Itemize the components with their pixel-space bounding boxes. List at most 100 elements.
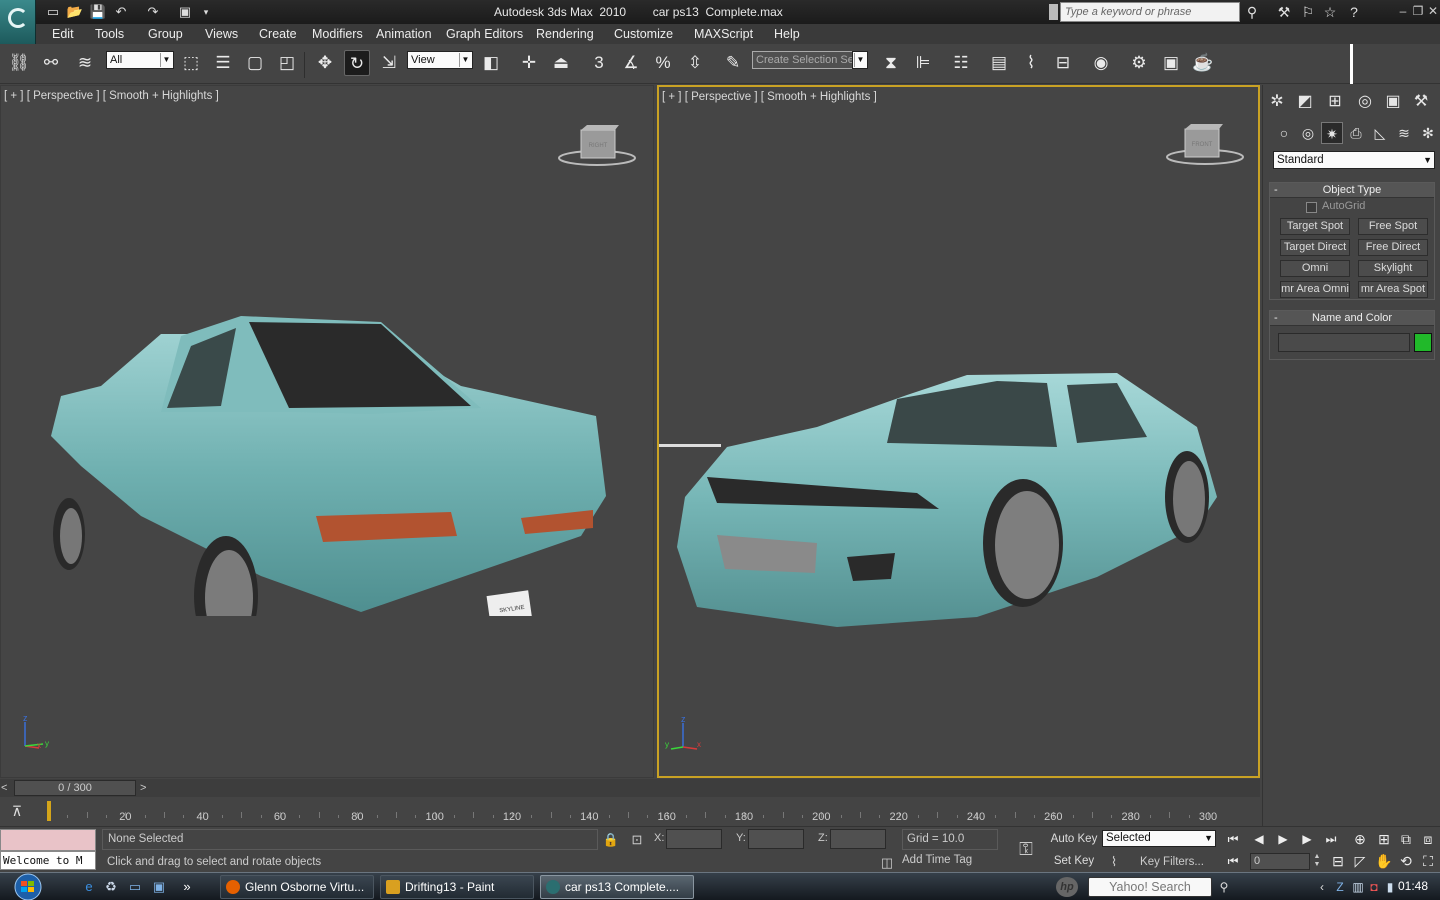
tray-app-icon[interactable]: Z [1332, 879, 1348, 895]
current-frame-marker[interactable] [47, 801, 51, 821]
add-time-tag-button[interactable]: Add Time Tag [902, 854, 972, 866]
go-to-end-icon[interactable]: ⏭ [1320, 829, 1342, 849]
tray-expand-icon[interactable]: ‹ [1314, 879, 1330, 895]
material-editor-icon[interactable]: ◉ [1088, 50, 1114, 76]
viewcube-icon[interactable]: RIGHT [557, 122, 637, 172]
binoculars-icon[interactable]: ⚲ [1242, 3, 1262, 21]
yahoo-search-box[interactable]: Yahoo! Search [1088, 877, 1212, 897]
mr-area-spot-button[interactable]: mr Area Spot [1358, 281, 1428, 298]
previous-frame-icon[interactable]: ◀ [1248, 829, 1270, 849]
systems-icon[interactable]: ✻ [1417, 122, 1439, 144]
modify-tab-icon[interactable]: ◩ [1293, 90, 1317, 114]
free-direct-button[interactable]: Free Direct [1358, 239, 1428, 256]
favorites-star-icon[interactable]: ☆ [1320, 3, 1340, 21]
name-and-color-rollout-header[interactable]: - Name and Color [1270, 311, 1434, 326]
curve-editor-icon[interactable]: ⌇ [1018, 50, 1044, 76]
hierarchy-tab-icon[interactable]: ⊞ [1323, 90, 1347, 114]
select-and-manipulate-icon[interactable]: ✛ [516, 50, 542, 76]
new-file-icon[interactable]: ▭ [44, 3, 62, 21]
display-tab-icon[interactable]: ▣ [1381, 90, 1405, 114]
geometry-icon[interactable]: ○ [1273, 122, 1295, 144]
motion-tab-icon[interactable]: ◎ [1353, 90, 1377, 114]
free-spot-button[interactable]: Free Spot [1358, 218, 1428, 235]
zoom-icon[interactable]: ⊕ [1350, 829, 1370, 849]
selection-filter-dropdown[interactable]: All ▼ [106, 51, 174, 69]
time-tag-icon[interactable]: ◫ [878, 854, 896, 872]
menu-create[interactable]: Create [259, 27, 297, 41]
zoom-extents-all-icon[interactable]: ⧈ [1418, 829, 1438, 849]
time-slider-thumb[interactable]: 0 / 300 [14, 780, 136, 796]
target-direct-button[interactable]: Target Direct [1280, 239, 1350, 256]
graphite-modeling-tools-icon[interactable]: ▤ [986, 50, 1012, 76]
x-coord-input[interactable] [666, 829, 722, 849]
open-file-icon[interactable]: 📂 [66, 3, 84, 21]
play-icon[interactable]: ▶ [1272, 829, 1294, 849]
object-name-input[interactable] [1278, 333, 1410, 352]
helpers-icon[interactable]: ◺ [1369, 122, 1391, 144]
edit-named-selection-icon[interactable]: ✎ [720, 50, 746, 76]
redo-icon[interactable]: ↷ [144, 3, 162, 21]
bind-to-space-warp-icon[interactable]: ≋ [72, 50, 98, 76]
menu-tools[interactable]: Tools [95, 27, 124, 41]
key-mode-dropdown[interactable]: Selected ▼ [1102, 830, 1216, 847]
battery-icon[interactable]: ▮ [1382, 879, 1398, 895]
spinner-snap-icon[interactable]: ⇳ [682, 50, 708, 76]
time-configuration-icon[interactable]: ⊟ [1328, 851, 1348, 871]
menu-modifiers[interactable]: Modifiers [312, 27, 363, 41]
create-tab-icon[interactable]: ✲ [1265, 90, 1289, 114]
menu-views[interactable]: Views [205, 27, 238, 41]
lights-icon[interactable]: ✷ [1321, 122, 1343, 144]
select-and-link-icon[interactable]: ⛓ [6, 50, 32, 76]
select-by-name-icon[interactable]: ☰ [210, 50, 236, 76]
named-selection-dropdown[interactable]: ▼ [852, 51, 868, 69]
set-keys-key-icon[interactable]: ⚿ [1012, 839, 1040, 859]
mr-area-omni-button[interactable]: mr Area Omni [1280, 281, 1350, 298]
quick-access-dropdown-icon[interactable]: ▾ [197, 3, 215, 21]
viewport-perspective-right[interactable]: [ + ] [ Perspective ] [ Smooth + Highlig… [657, 85, 1260, 778]
internet-explorer-icon[interactable]: e [80, 878, 98, 896]
select-and-rotate-icon[interactable]: ↻ [344, 50, 370, 76]
project-folder-icon[interactable]: ▣ [176, 3, 194, 21]
render-production-icon[interactable]: ☕ [1190, 50, 1216, 76]
menu-animation[interactable]: Animation [376, 27, 432, 41]
menu-group[interactable]: Group [148, 27, 183, 41]
undo-icon[interactable]: ↶ [112, 3, 130, 21]
zoom-all-icon[interactable]: ⊞ [1374, 829, 1394, 849]
restore-icon[interactable]: ❐ [1411, 3, 1425, 19]
keyboard-shortcut-override-icon[interactable]: ⏏ [548, 50, 574, 76]
network-icon[interactable]: ▥ [1350, 879, 1366, 895]
mirror-icon[interactable]: ⧗ [878, 50, 904, 76]
named-selection-set-input[interactable]: Create Selection Se [752, 51, 868, 69]
minimize-icon[interactable]: – [1396, 3, 1410, 19]
schematic-view-icon[interactable]: ⊟ [1050, 50, 1076, 76]
volume-icon[interactable]: ◘ [1366, 879, 1382, 895]
taskbar-item-paint[interactable]: Drifting13 - Paint [380, 875, 534, 899]
pivot-center-icon[interactable]: ◧ [478, 50, 504, 76]
viewport-label[interactable]: [ + ] [ Perspective ] [ Smooth + Highlig… [4, 90, 219, 102]
taskbar-item-firefox[interactable]: Glenn Osborne Virtu... [220, 875, 374, 899]
mini-curve-editor-icon[interactable]: ⊼ [6, 801, 28, 821]
time-slider-prev-button[interactable]: < [1, 781, 13, 795]
align-icon[interactable]: ⊫ [910, 50, 936, 76]
autogrid-checkbox[interactable] [1306, 202, 1317, 213]
target-spot-button[interactable]: Target Spot [1280, 218, 1350, 235]
help-icon[interactable]: ? [1344, 3, 1364, 21]
menu-edit[interactable]: Edit [52, 27, 74, 41]
go-to-start-icon[interactable]: ⏮ [1222, 829, 1244, 849]
skylight-button[interactable]: Skylight [1358, 260, 1428, 277]
shapes-icon[interactable]: ◎ [1297, 122, 1319, 144]
search-expand-icon[interactable] [1049, 4, 1058, 20]
switch-windows-icon[interactable]: ▣ [150, 878, 168, 896]
reference-coordinate-dropdown[interactable]: View ▼ [407, 51, 473, 69]
taskbar-item-3dsmax[interactable]: car ps13 Complete.... [540, 875, 694, 899]
infocenter-search-input[interactable]: Type a keyword or phrase [1060, 2, 1240, 22]
space-warps-icon[interactable]: ≋ [1393, 122, 1415, 144]
maximize-viewport-icon[interactable]: ⛶ [1418, 851, 1438, 871]
pan-view-icon[interactable]: ✋ [1374, 851, 1394, 871]
window-crossing-icon[interactable]: ◰ [274, 50, 300, 76]
application-menu-button[interactable] [0, 0, 36, 44]
absolute-mode-transform-icon[interactable]: ⊡ [628, 831, 646, 849]
frame-spinner-icon[interactable]: ▲ ▼ [1312, 853, 1322, 870]
object-category-dropdown[interactable]: Standard ▼ [1273, 151, 1435, 169]
start-button-icon[interactable] [6, 873, 46, 900]
